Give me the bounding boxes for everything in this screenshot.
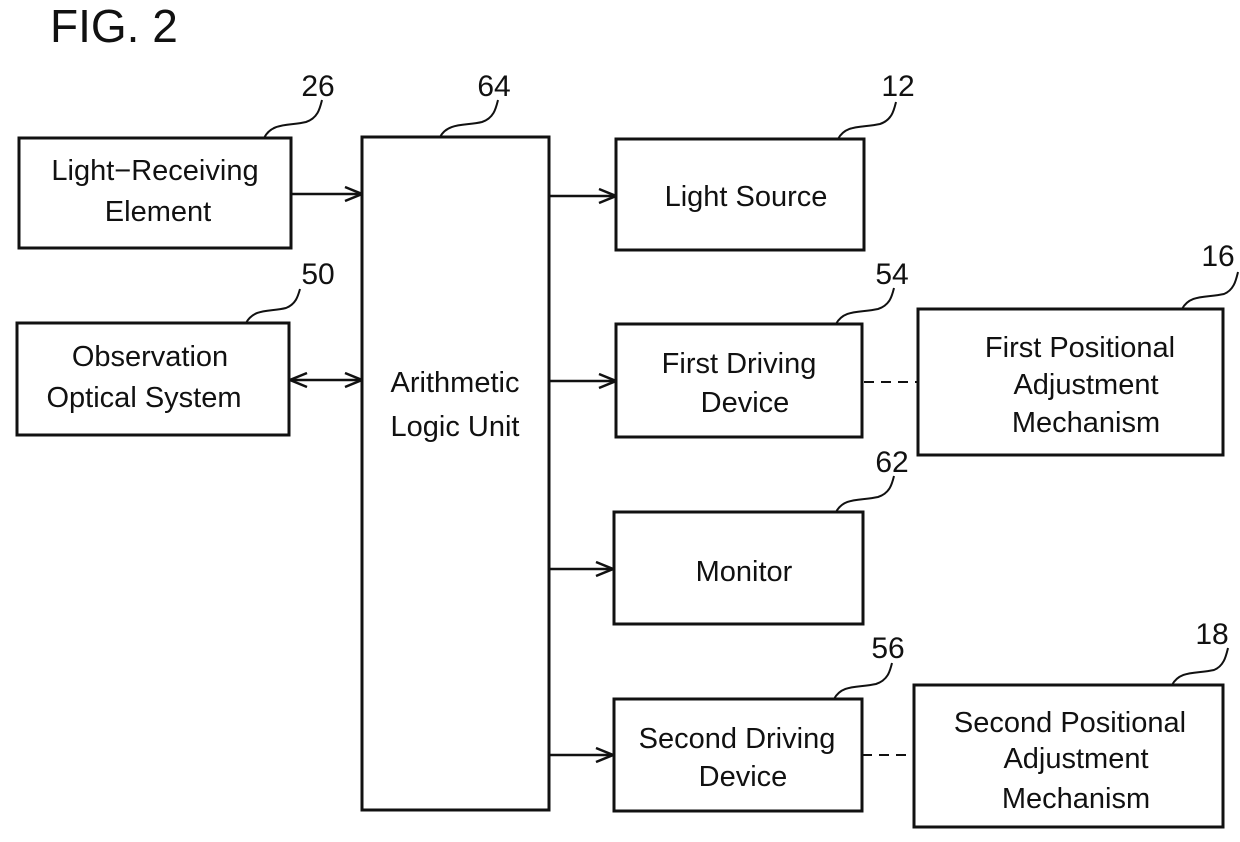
block-observation-optical-system: Observation Optical System 50 bbox=[15, 258, 335, 437]
reference-numeral: 56 bbox=[871, 632, 904, 665]
block-frame bbox=[614, 322, 864, 439]
block-label-line: Adjustment bbox=[1013, 369, 1158, 401]
reference-numeral: 64 bbox=[477, 70, 510, 103]
block-label-line: Logic Unit bbox=[391, 411, 520, 443]
block-monitor: Monitor 62 bbox=[612, 446, 909, 626]
figure-title: FIG. 2 bbox=[50, 0, 178, 52]
block-label-line: Element bbox=[105, 196, 211, 228]
block-label-line: Mechanism bbox=[1012, 407, 1160, 439]
reference-leader bbox=[835, 287, 895, 325]
block-label-line: Optical System bbox=[47, 382, 242, 414]
block-light-receiving-element: Light−Receiving Element 26 bbox=[17, 70, 335, 250]
block-label-line: Second Positional bbox=[954, 707, 1186, 739]
reference-leader bbox=[837, 101, 897, 140]
block-frame bbox=[612, 697, 864, 813]
reference-numeral: 26 bbox=[301, 70, 334, 103]
reference-numeral: 18 bbox=[1195, 618, 1228, 651]
reference-leader bbox=[439, 99, 499, 138]
block-first-driving-device: First Driving Device 54 bbox=[614, 258, 909, 439]
block-second-positional-adjustment-mechanism: Second Positional Adjustment Mechanism 1… bbox=[912, 618, 1229, 829]
reference-leader bbox=[245, 288, 301, 324]
reference-leader bbox=[1181, 271, 1239, 310]
reference-numeral: 16 bbox=[1201, 240, 1234, 273]
reference-numeral: 54 bbox=[875, 258, 908, 291]
reference-numeral: 50 bbox=[301, 258, 334, 291]
reference-leader bbox=[1171, 647, 1229, 686]
reference-leader bbox=[263, 99, 323, 139]
block-label-line: Second Driving bbox=[639, 723, 836, 755]
block-label-line: First Driving bbox=[662, 348, 817, 380]
block-light-source: Light Source 12 bbox=[614, 70, 915, 252]
block-label-line: Light Source bbox=[665, 181, 828, 213]
block-first-positional-adjustment-mechanism: First Positional Adjustment Mechanism 16 bbox=[916, 240, 1239, 457]
reference-numeral: 62 bbox=[875, 446, 908, 479]
block-label-line: Monitor bbox=[696, 556, 793, 588]
reference-leader bbox=[835, 475, 895, 513]
block-frame bbox=[15, 321, 291, 437]
reference-numeral: 12 bbox=[881, 70, 914, 103]
block-label-line: Device bbox=[699, 761, 788, 793]
block-arithmetic-logic-unit: Arithmetic Logic Unit 64 bbox=[360, 70, 551, 812]
block-second-driving-device: Second Driving Device 56 bbox=[612, 632, 905, 813]
block-label-line: Light−Receiving bbox=[51, 155, 258, 187]
block-frame bbox=[360, 135, 551, 812]
reference-leader bbox=[833, 662, 893, 700]
block-label-line: Mechanism bbox=[1002, 783, 1150, 815]
block-label-line: Device bbox=[701, 387, 790, 419]
block-label-line: Arithmetic bbox=[391, 367, 520, 399]
block-label-line: Adjustment bbox=[1003, 743, 1148, 775]
block-diagram: FIG. 2 Light−Receiving Element 26 Observ… bbox=[15, 0, 1239, 829]
block-label-line: Observation bbox=[72, 341, 228, 373]
block-label-line: First Positional bbox=[985, 332, 1175, 364]
